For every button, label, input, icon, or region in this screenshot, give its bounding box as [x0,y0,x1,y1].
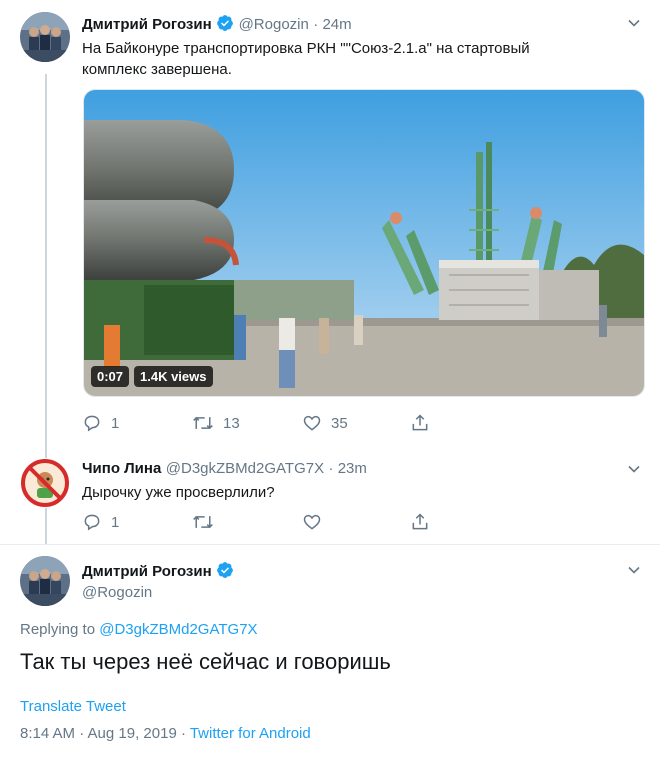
tweet-source[interactable]: Twitter for Android [190,725,311,742]
chevron-down-icon[interactable] [626,461,642,477]
share-icon [412,513,428,530]
tweet-header: Дмитрий Рогозин @Rogozin · 24m [82,14,352,34]
avatar[interactable] [20,458,70,508]
replying-to: Replying to @D3gkZBMd2GATG7X [20,621,258,638]
share-button[interactable] [410,512,430,532]
retweet-icon [193,515,213,529]
author-block[interactable]: Дмитрий Рогозин @Rogozin [82,561,234,601]
translate-tweet-link[interactable]: Translate Tweet [20,698,126,715]
tweet-header: Чипо Лина @D3gkZBMd2GATG7X · 23m [82,460,367,478]
tweet-text: На Байконуре транспортировка РКН ""Союз-… [82,38,642,80]
retweet-count: 13 [223,414,240,432]
video-player[interactable] [83,89,645,397]
tweet-text: Так ты через неё сейчас и говоришь [20,649,391,674]
tweet-text-line: На Байконуре транспортировка РКН ""Союз-… [82,40,530,57]
avatar[interactable] [20,556,70,606]
tweet-text-line: комплекс завершена. [82,61,232,78]
reply-icon [84,514,100,531]
retweet-button[interactable] [192,512,214,532]
replying-to-link[interactable]: @D3gkZBMd2GATG7X [99,621,257,638]
author-name[interactable]: Чипо Лина [82,460,161,477]
author-name[interactable]: Дмитрий Рогозин [82,16,212,33]
video-thumbnail [84,90,644,396]
reply-count: 1 [111,414,120,432]
reply-button[interactable]: 1 [82,512,119,532]
tweet-actions: 1 13 35 [82,413,442,435]
tweet-meta: 8:14 AM · Aug 19, 2019 · Twitter for And… [20,725,311,742]
share-icon [412,414,428,431]
reply-icon [84,415,100,432]
author-name[interactable]: Дмитрий Рогозин [82,563,212,580]
author-handle[interactable]: @Rogozin [239,16,309,33]
avatar[interactable] [20,12,70,62]
like-button[interactable] [302,512,322,532]
retweet-icon [193,416,213,430]
like-count: 35 [331,414,348,432]
tweet-timestamp[interactable]: 8:14 AM · Aug 19, 2019 · [20,725,190,742]
reply-count: 1 [111,513,120,531]
video-views-badge: 1.4K views [134,366,213,387]
verified-icon [217,562,233,578]
chevron-down-icon[interactable] [626,562,642,578]
reply-button[interactable]: 1 [82,413,119,433]
tweet-time[interactable]: · 24m [313,16,351,33]
like-button[interactable]: 35 [302,413,348,433]
verified-icon [217,15,233,31]
tweet-time[interactable]: · 23m [329,460,367,477]
like-icon [303,514,321,530]
share-button[interactable] [410,413,430,433]
chevron-down-icon[interactable] [626,15,642,31]
tweet-actions: 1 [82,512,442,534]
author-handle[interactable]: @D3gkZBMd2GATG7X [166,460,324,477]
retweet-button[interactable]: 13 [192,413,240,433]
tweet-text: Дырочку уже просверлили? [82,484,275,501]
video-duration-badge: 0:07 [91,366,130,387]
replying-to-label: Replying to [20,621,100,638]
divider [0,544,660,545]
author-handle[interactable]: @Rogozin [82,584,234,601]
like-icon [303,415,321,431]
